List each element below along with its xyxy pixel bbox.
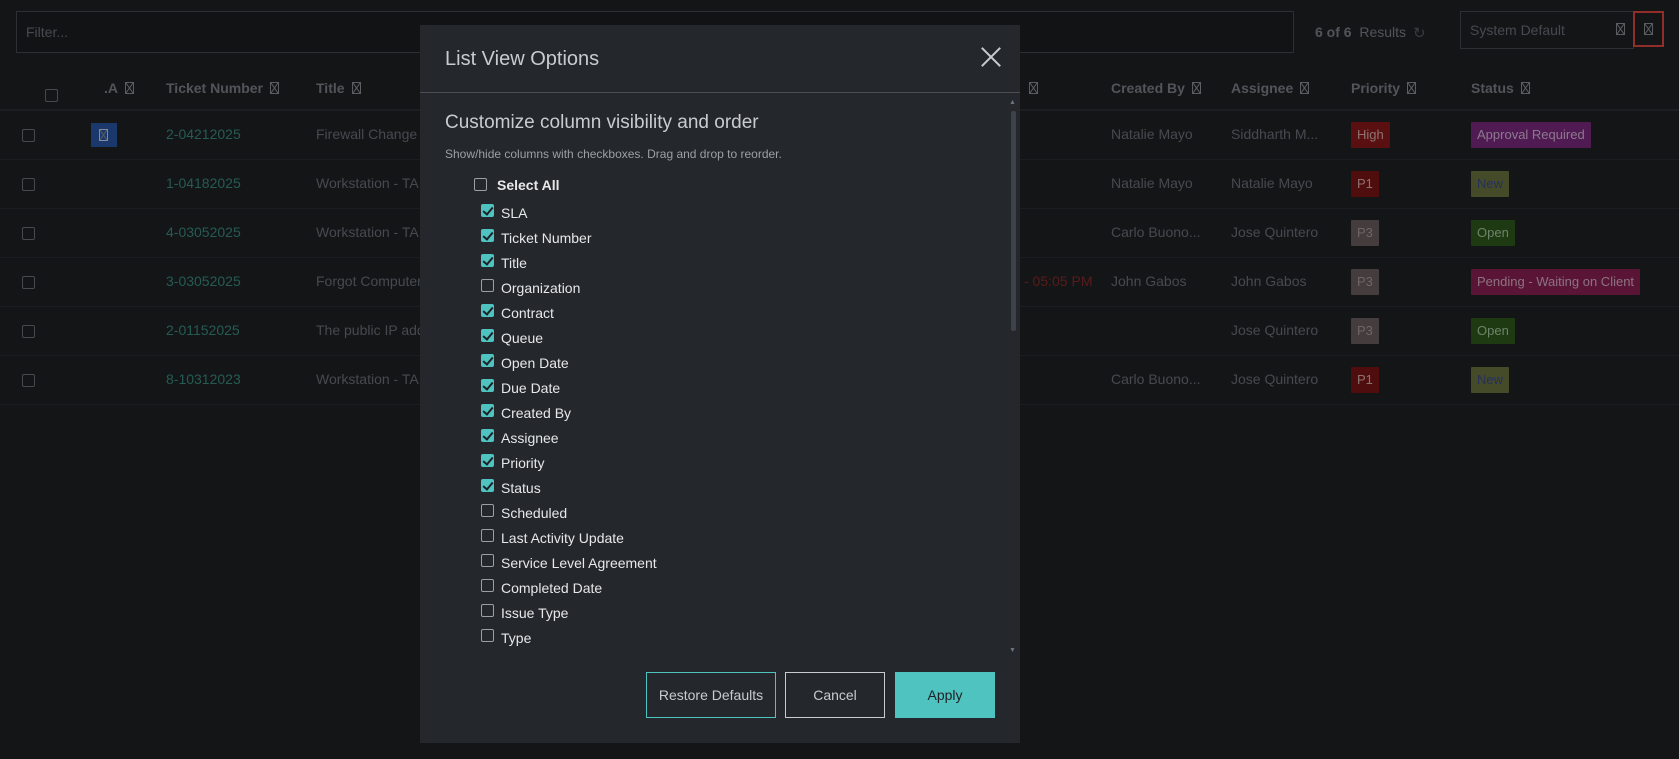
apply-button[interactable]: Apply [895, 672, 995, 718]
column-option-label: Last Activity Update [501, 530, 624, 546]
select-all-checkbox[interactable] [474, 178, 487, 191]
dialog-subtitle: Customize column visibility and order [445, 112, 759, 133]
column-option-label: Type [501, 630, 532, 646]
column-checkbox[interactable] [481, 279, 494, 292]
divider [420, 92, 1020, 93]
column-checkbox[interactable] [481, 304, 494, 317]
select-all-option[interactable]: Select All [474, 177, 560, 193]
column-checkbox[interactable] [481, 504, 494, 517]
column-checkbox[interactable] [481, 554, 494, 567]
column-option-label: Service Level Agreement [501, 555, 657, 571]
column-option-label: Contract [501, 305, 554, 321]
column-checkbox[interactable] [481, 604, 494, 617]
column-option-label: Priority [501, 455, 545, 471]
column-option-label: Organization [501, 280, 581, 296]
list-view-options-dialog: List View Options Customize column visib… [420, 25, 1020, 743]
column-option-label: Ticket Number [501, 230, 592, 246]
column-checkbox[interactable] [481, 254, 494, 267]
column-option-label: Scheduled [501, 505, 568, 521]
column-list: Select All SLA Ticket Number Title Organiza… [420, 173, 1005, 653]
column-option-label: Status [501, 480, 541, 496]
scrollbar-thumb[interactable] [1011, 111, 1016, 331]
column-option-label: Completed Date [501, 580, 603, 596]
column-checkbox[interactable] [481, 354, 494, 367]
column-checkbox[interactable] [481, 379, 494, 392]
restore-defaults-button[interactable]: Restore Defaults [646, 672, 776, 718]
select-all-label: Select All [497, 177, 560, 193]
column-checkbox[interactable] [481, 329, 494, 342]
cancel-button[interactable]: Cancel [785, 672, 885, 718]
column-checkbox[interactable] [481, 479, 494, 492]
close-icon[interactable] [981, 47, 1001, 67]
dialog-hint: Show/hide columns with checkboxes. Drag … [445, 147, 782, 161]
column-checkbox[interactable] [481, 229, 494, 242]
column-checkbox[interactable] [481, 404, 494, 417]
dialog-title: List View Options [445, 48, 600, 70]
column-checkbox[interactable] [481, 429, 494, 442]
column-checkbox[interactable] [481, 529, 494, 542]
column-option-label: Due Date [501, 380, 561, 396]
column-option-label: Title [501, 255, 527, 271]
column-option-label: Created By [501, 405, 572, 421]
column-checkbox[interactable] [481, 629, 494, 642]
scroll-down-icon[interactable]: ▼ [1009, 647, 1016, 654]
column-option-label: Queue [501, 330, 544, 346]
column-option-label: Issue Type [501, 605, 569, 621]
scroll-up-icon[interactable]: ▲ [1009, 99, 1016, 106]
column-option-label: Assignee [501, 430, 559, 446]
column-checkbox[interactable] [481, 579, 494, 592]
column-option-label: SLA [501, 205, 528, 221]
column-checkbox[interactable] [481, 454, 494, 467]
column-checkbox[interactable] [481, 204, 494, 217]
column-option-label: Open Date [501, 355, 569, 371]
